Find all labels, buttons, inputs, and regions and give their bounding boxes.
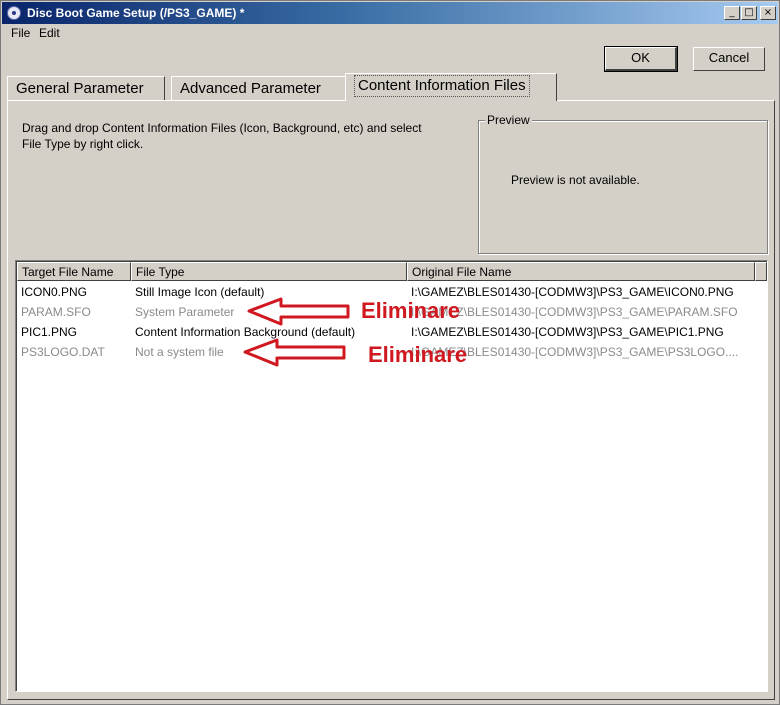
window-title: Disc Boot Game Setup (/PS3_GAME) * [27,6,245,20]
column-filler [755,262,767,281]
cell-file-type: Content Information Background (default) [135,325,356,339]
content-info-panel: Drag and drop Content Information Files … [7,100,775,700]
list-header: Target File Name File Type Original File… [17,262,767,281]
file-list[interactable]: Target File Name File Type Original File… [15,260,768,692]
tab-content-label: Content Information Files [354,75,530,97]
maximize-button[interactable]: □ [741,6,757,20]
close-button[interactable]: × [760,6,776,20]
tab-general-parameter[interactable]: General Parameter [7,76,165,102]
column-target-file-name[interactable]: Target File Name [17,262,131,281]
cell-file-type: Not a system file [135,345,224,359]
cell-target: PS3LOGO.DAT [21,345,105,359]
cell-original: I:\GAMEZ\BLES01430-[CODMW3]\PS3_GAME\PAR… [411,305,738,319]
title-bar[interactable]: Disc Boot Game Setup (/PS3_GAME) * _ □ × [2,2,778,24]
annotation-label: Eliminare [368,342,468,367]
preview-legend: Preview [485,113,532,127]
column-original-file-name[interactable]: Original File Name [407,262,755,281]
preview-group: Preview Preview is not available. [478,113,768,254]
preview-message: Preview is not available. [511,173,640,187]
cancel-button[interactable]: Cancel [693,47,765,71]
menu-file[interactable]: File [11,26,30,40]
annotation-label: Eliminare [361,298,461,323]
app-window: Disc Boot Game Setup (/PS3_GAME) * _ □ ×… [0,0,780,705]
ok-button[interactable]: OK [604,46,678,72]
cell-original: I:\GAMEZ\BLES01430-[CODMW3]\PS3_GAME\ICO… [411,285,734,299]
menu-bar: File Edit [2,24,778,42]
tab-advanced-parameter[interactable]: Advanced Parameter [171,76,346,102]
minimize-button[interactable]: _ [724,6,740,20]
cell-original: I:\GAMEZ\BLES01430-[CODMW3]\PS3_GAME\PIC… [411,325,724,339]
menu-edit[interactable]: Edit [39,26,60,40]
column-file-type[interactable]: File Type [131,262,407,281]
cell-target: PARAM.SFO [21,305,91,319]
list-row[interactable]: PIC1.PNG Content Information Background … [17,322,767,342]
cell-target: ICON0.PNG [21,285,88,299]
disc-app-icon [7,6,21,20]
instructions-text: Drag and drop Content Information Files … [22,121,422,151]
tab-content-information-files[interactable]: Content Information Files [345,73,557,101]
cell-target: PIC1.PNG [21,325,78,339]
